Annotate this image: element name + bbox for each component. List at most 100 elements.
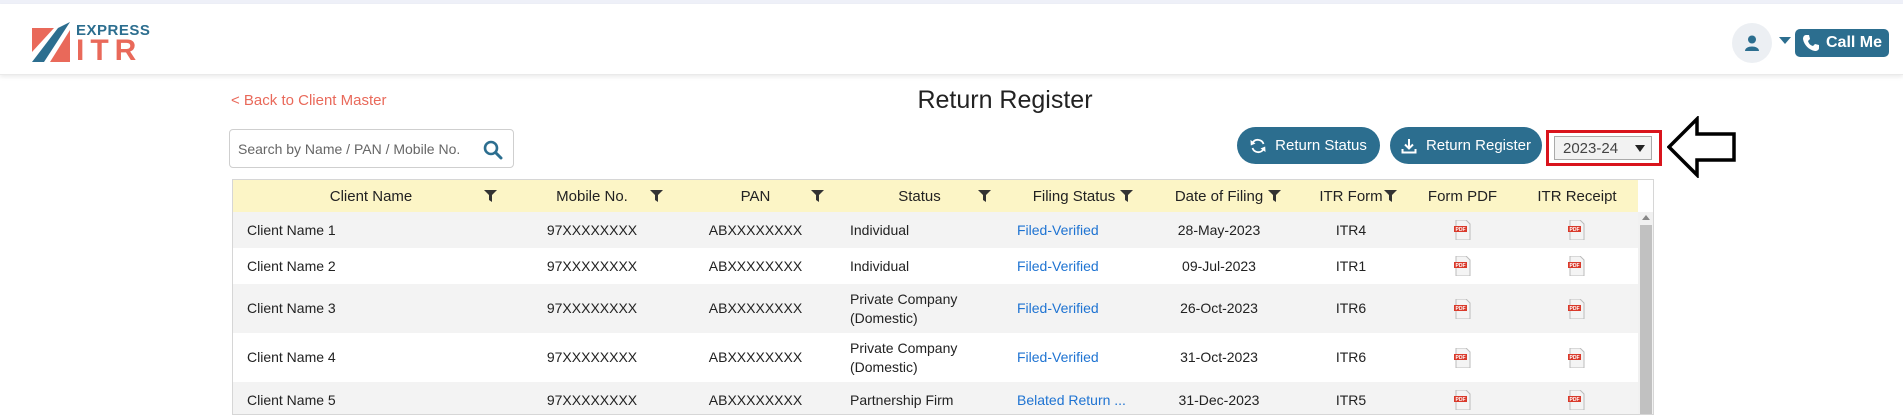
cell-itr-form: ITR6 [1335, 349, 1367, 365]
cell-status: Individual [850, 257, 910, 274]
filter-icon[interactable] [978, 190, 991, 202]
column-header-client-name: Client Name [233, 180, 509, 212]
cell-pan: ABXXXXXXXX [708, 391, 803, 408]
pdf-icon[interactable]: PDF [1453, 390, 1472, 410]
pdf-icon[interactable]: PDF [1453, 347, 1472, 368]
pdf-icon[interactable]: PDF [1568, 220, 1586, 240]
app-header: EXPRESS ITR Call Me [0, 4, 1903, 75]
download-icon [1401, 138, 1417, 153]
cell-client-name: Client Name 4 [247, 349, 336, 365]
table-row: Client Name 4 97XXXXXXXX ABXXXXXXXX Priv… [233, 333, 1638, 382]
cell-client-name: Client Name 3 [247, 300, 336, 316]
pdf-icon[interactable]: PDF [1453, 298, 1472, 319]
return-status-label: Return Status [1275, 137, 1367, 154]
cell-status: Private Company (Domestic) [850, 290, 958, 326]
svg-text:PDF: PDF [1570, 227, 1580, 233]
cell-date-of-filing: 09-Jul-2023 [1182, 257, 1256, 274]
pdf-icon[interactable]: PDF [1568, 298, 1586, 319]
cell-mobile: 97XXXXXXXX [546, 300, 638, 316]
user-icon [1745, 35, 1759, 51]
cell-itr-receipt: PDF [1516, 382, 1638, 414]
cell-status: Private Company (Domestic) [850, 339, 958, 375]
cell-filing-status-link[interactable]: Belated Return ... [1003, 382, 1145, 414]
scroll-up-icon[interactable] [1642, 215, 1650, 220]
year-select-value: 2023-24 [1563, 139, 1619, 157]
cell-filing-status-link[interactable]: Filed-Verified [1003, 212, 1145, 248]
filter-icon[interactable] [1384, 190, 1397, 202]
cell-date-of-filing: 28-May-2023 [1177, 221, 1261, 238]
cell-client-name: Client Name 2 [247, 257, 336, 274]
return-status-button[interactable]: Return Status [1237, 127, 1380, 164]
cell-form-pdf: PDF [1409, 284, 1516, 333]
table-body: Client Name 1 97XXXXXXXX ABXXXXXXXX Indi… [233, 212, 1638, 414]
svg-text:PDF: PDF [1570, 397, 1580, 403]
cell-itr-receipt: PDF [1516, 284, 1638, 333]
cell-date-of-filing: 31-Dec-2023 [1178, 391, 1260, 408]
svg-text:PDF: PDF [1455, 306, 1465, 312]
call-me-label: Call Me [1825, 34, 1882, 51]
svg-text:PDF: PDF [1455, 227, 1465, 233]
filter-icon[interactable] [1268, 190, 1281, 202]
table-row: Client Name 5 97XXXXXXXX ABXXXXXXXX Part… [233, 382, 1638, 414]
cell-filing-status-link[interactable]: Filed-Verified [1003, 284, 1145, 333]
cell-pan: ABXXXXXXXX [708, 349, 803, 365]
phone-icon [1802, 35, 1819, 51]
cell-form-pdf: PDF [1409, 212, 1516, 248]
cell-filing-status-link[interactable]: Filed-Verified [1003, 248, 1145, 284]
column-header-pan: PAN [675, 180, 836, 212]
user-menu-caret-icon[interactable] [1779, 37, 1791, 44]
assessment-year-select[interactable]: 2023-24 [1554, 136, 1652, 160]
scrollbar-thumb[interactable] [1640, 225, 1652, 414]
return-register-label: Return Register [1425, 137, 1532, 154]
column-header-status: Status [836, 180, 1003, 212]
cell-itr-receipt: PDF [1516, 212, 1638, 248]
filter-icon[interactable] [484, 190, 497, 202]
call-me-button[interactable]: Call Me [1795, 29, 1889, 57]
pdf-icon[interactable]: PDF [1453, 220, 1472, 240]
cell-form-pdf: PDF [1409, 333, 1516, 382]
cell-filing-status-link[interactable]: Filed-Verified [1003, 333, 1145, 382]
cell-itr-form: ITR6 [1335, 300, 1367, 316]
search-field [229, 129, 514, 168]
column-header-itr-receipt: ITR Receipt [1537, 187, 1617, 205]
cell-mobile: 97XXXXXXXX [546, 257, 638, 274]
column-header-date-of-filing: Date of Filing [1145, 180, 1293, 212]
svg-text:PDF: PDF [1570, 263, 1580, 269]
table-row: Client Name 2 97XXXXXXXX ABXXXXXXXX Indi… [233, 248, 1638, 284]
table-header: Client Name Mobile No. PAN Status Filing… [233, 180, 1638, 212]
pdf-icon[interactable]: PDF [1453, 256, 1472, 276]
cell-itr-form: ITR4 [1335, 221, 1367, 238]
return-register-table: Client Name Mobile No. PAN Status Filing… [232, 179, 1654, 415]
year-select-highlight: 2023-24 [1546, 130, 1662, 166]
filter-icon[interactable] [650, 190, 663, 202]
cell-itr-receipt: PDF [1516, 248, 1638, 284]
cell-date-of-filing: 31-Oct-2023 [1180, 349, 1258, 365]
express-itr-logo[interactable]: EXPRESS ITR [32, 20, 150, 66]
cell-mobile: 97XXXXXXXX [546, 349, 638, 365]
cell-pan: ABXXXXXXXX [708, 257, 803, 274]
cell-status: Partnership Firm [850, 391, 954, 408]
pdf-icon[interactable]: PDF [1568, 256, 1586, 276]
cell-form-pdf: PDF [1409, 382, 1516, 414]
cell-status: Individual [850, 221, 910, 238]
return-register-button[interactable]: Return Register [1390, 127, 1542, 164]
filter-icon[interactable] [811, 190, 824, 202]
cell-itr-receipt: PDF [1516, 333, 1638, 382]
filter-icon[interactable] [1120, 190, 1133, 202]
cell-client-name: Client Name 1 [247, 221, 336, 238]
table-row: Client Name 3 97XXXXXXXX ABXXXXXXXX Priv… [233, 284, 1638, 333]
cell-mobile: 97XXXXXXXX [546, 391, 638, 408]
left-arrow-annotation-icon [1667, 116, 1736, 178]
cell-itr-form: ITR1 [1335, 257, 1367, 274]
svg-text:PDF: PDF [1570, 355, 1580, 361]
search-icon[interactable] [483, 140, 503, 160]
page-title: Return Register [917, 86, 1093, 114]
user-avatar[interactable] [1732, 23, 1772, 63]
search-input[interactable] [238, 139, 466, 159]
pdf-icon[interactable]: PDF [1568, 347, 1586, 368]
svg-text:PDF: PDF [1455, 263, 1465, 269]
logo-mark-icon [32, 22, 70, 62]
column-header-itr-form: ITR Form [1293, 180, 1409, 212]
table-scrollbar[interactable] [1638, 212, 1653, 414]
pdf-icon[interactable]: PDF [1568, 390, 1586, 410]
